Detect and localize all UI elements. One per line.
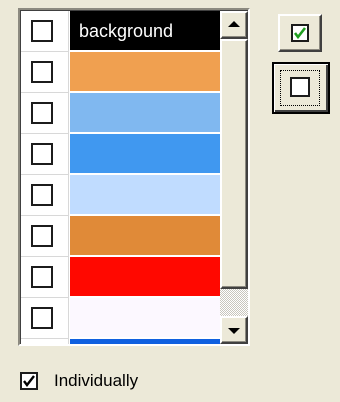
row-checkbox[interactable] [31,143,53,165]
color-swatch[interactable] [70,257,220,296]
color-list-item[interactable] [21,134,220,175]
row-checkbox-cell [21,175,69,216]
color-swatch[interactable] [70,298,220,337]
color-list-item[interactable] [21,93,220,134]
individually-label: Individually [54,371,139,390]
color-swatch[interactable]: background [70,11,220,50]
row-checkbox-cell [21,52,69,93]
row-checkbox-cell [21,257,69,298]
color-list-item[interactable] [21,339,220,344]
color-selection-panel: background Individually [0,0,340,402]
color-swatch[interactable] [70,339,220,344]
color-list-item[interactable]: background [21,11,220,52]
color-swatch[interactable] [70,93,220,132]
checkmark-icon [293,27,307,40]
row-checkbox-cell [21,11,69,52]
arrow-up-icon [228,21,240,27]
row-checkbox[interactable] [31,20,53,42]
color-list-item[interactable] [21,298,220,339]
color-list-item[interactable] [21,257,220,298]
color-swatch[interactable] [70,216,220,255]
scroll-up-button[interactable] [220,11,248,39]
scroll-down-button[interactable] [220,316,248,344]
color-swatch[interactable] [70,175,220,214]
check-all-button[interactable] [278,14,322,52]
row-checkbox[interactable] [31,184,53,206]
arrow-down-icon [228,328,240,334]
color-list[interactable]: background [18,8,250,346]
color-swatch[interactable] [70,134,220,173]
color-swatch-label: background [79,21,174,41]
uncheck-all-button[interactable] [272,62,330,114]
row-checkbox-cell [21,93,69,134]
individually-checkbox-box[interactable] [20,372,38,390]
row-checkbox-cell [21,216,69,257]
row-checkbox[interactable] [31,225,53,247]
row-checkbox-cell [21,298,69,339]
checkmark-icon [23,375,35,387]
scroll-track[interactable] [220,289,248,316]
row-checkbox-cell [21,134,69,175]
color-list-item[interactable] [21,175,220,216]
row-checkbox-cell [21,339,69,344]
unchecked-checkbox-icon [290,77,310,97]
individually-checkbox[interactable]: Individually [20,370,180,394]
scroll-thumb[interactable] [220,39,248,289]
color-list-item[interactable] [21,52,220,93]
row-checkbox[interactable] [31,102,53,124]
color-swatch[interactable] [70,52,220,91]
row-checkbox[interactable] [31,266,53,288]
vertical-scrollbar[interactable] [220,11,248,344]
row-checkbox[interactable] [31,61,53,83]
color-list-item[interactable] [21,216,220,257]
row-checkbox[interactable] [31,307,53,329]
checked-checkbox-icon [291,24,309,42]
color-list-rows: background [21,11,220,344]
